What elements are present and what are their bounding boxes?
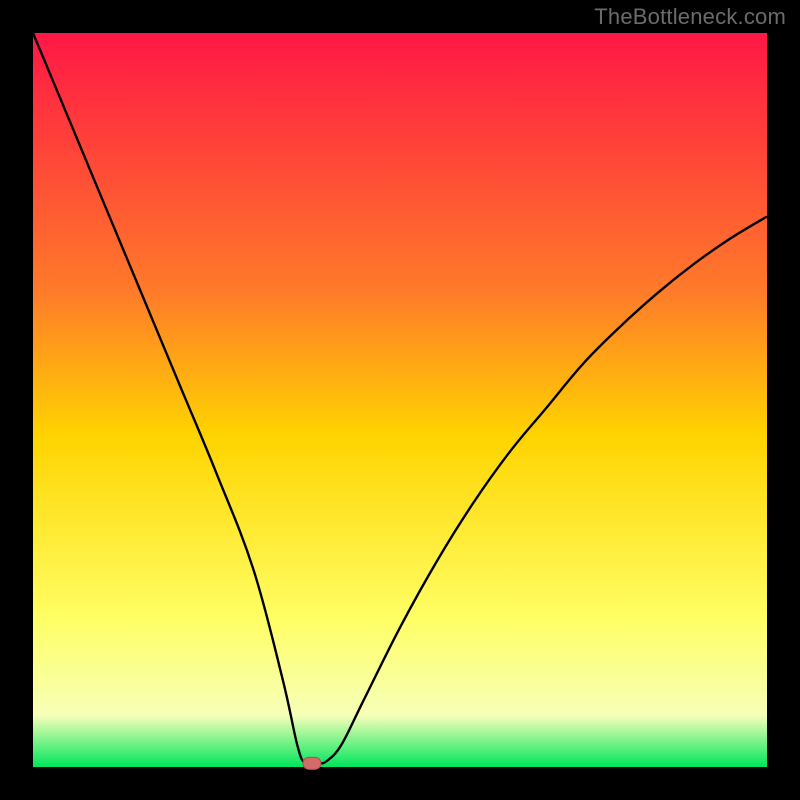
optimum-marker xyxy=(303,757,321,769)
chart-frame: { "watermark": "TheBottleneck.com", "col… xyxy=(0,0,800,800)
chart-svg xyxy=(0,0,800,800)
plot-background xyxy=(33,33,767,767)
watermark-text: TheBottleneck.com xyxy=(594,4,786,30)
